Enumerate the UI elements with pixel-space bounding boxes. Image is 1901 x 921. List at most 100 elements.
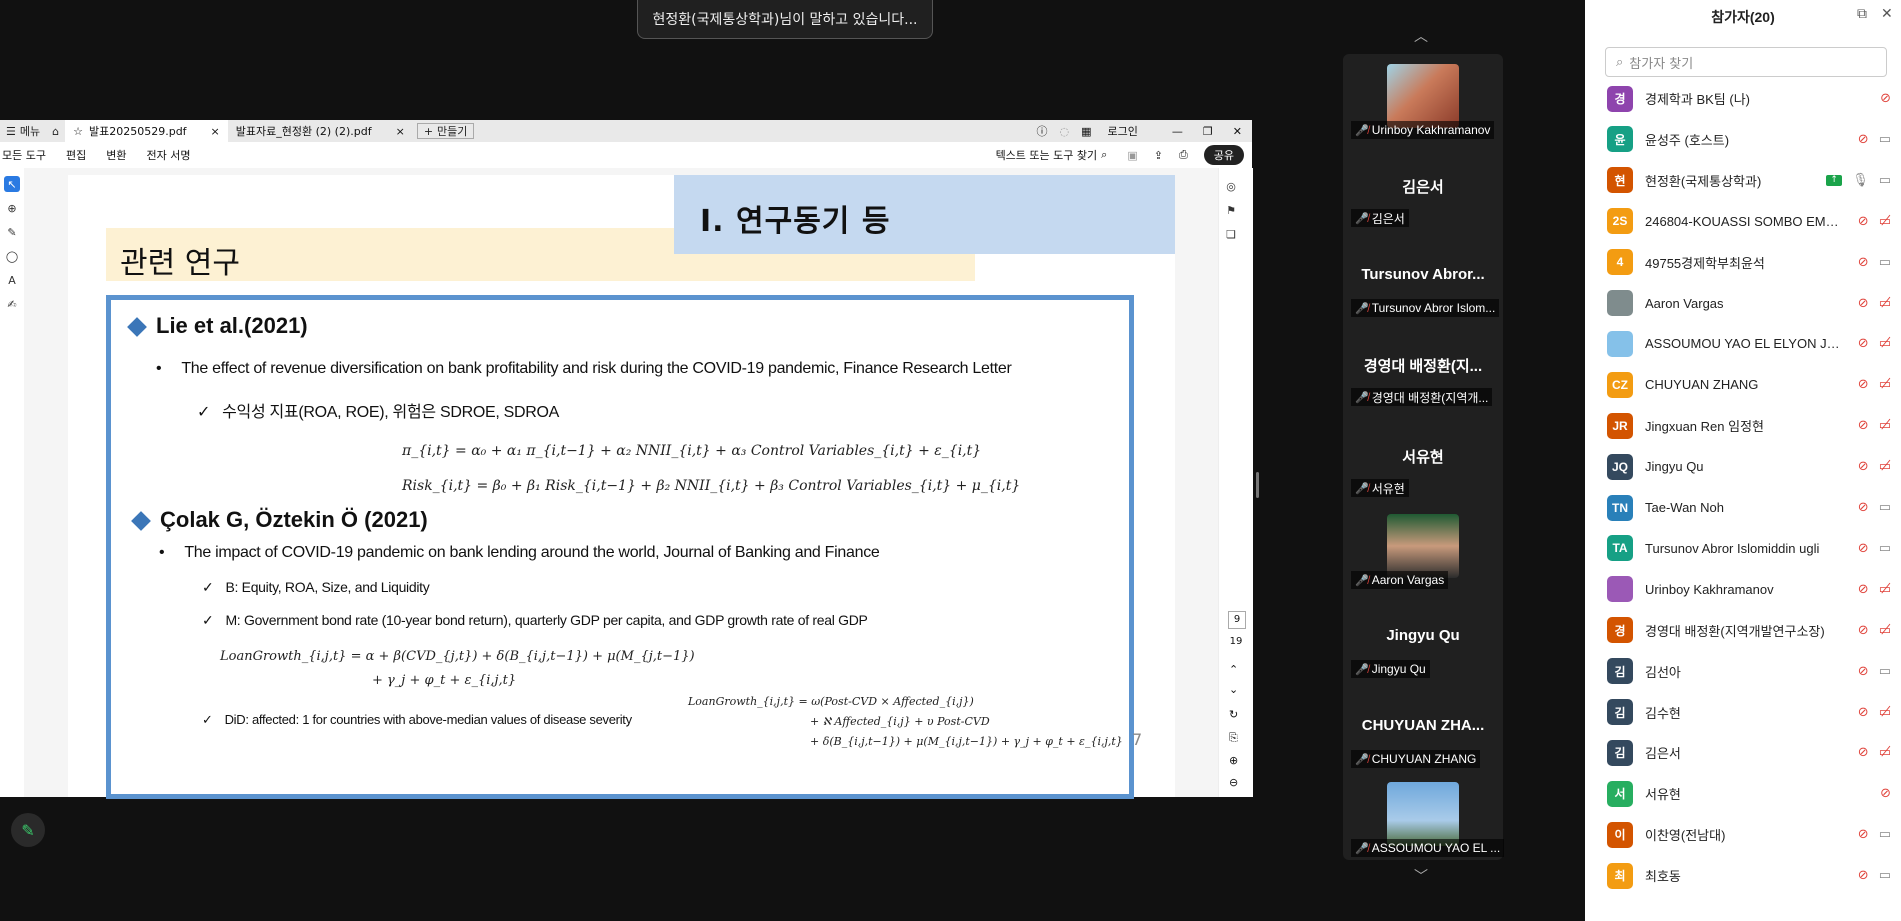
toolbar-all-tools[interactable]: 모든 도구 bbox=[2, 147, 46, 163]
participant-row[interactable]: 경 경영대 배정환(지역개발연구소장) ⊘ ▭̸ bbox=[1585, 610, 1901, 651]
checkmark-icon: ✓ bbox=[202, 712, 213, 727]
chevron-up-icon[interactable]: ⌃ bbox=[1229, 663, 1238, 676]
video-name: 경영대 배정환(지... bbox=[1363, 358, 1483, 375]
participant-name: 김은서 bbox=[1645, 746, 1681, 762]
scroll-down-icon[interactable]: ﹀ bbox=[1414, 866, 1428, 886]
video-label-text: 김은서 bbox=[1371, 211, 1405, 226]
participant-row[interactable]: 김 김은서 ⊘ ▭̸ bbox=[1585, 732, 1901, 773]
participant-row[interactable]: 현 현정환(국제통상학과) ↑ 🎙 ▭ bbox=[1585, 160, 1901, 201]
participant-name: Urinboy Kakhramanov bbox=[1645, 581, 1774, 597]
avatar: 김 bbox=[1607, 658, 1633, 685]
participant-search-input[interactable]: ⌕ 참가자 찾기 bbox=[1605, 47, 1887, 77]
participant-row[interactable]: CZ CHUYUAN ZHANG ⊘ ▭̸ bbox=[1585, 364, 1901, 405]
rotate-icon[interactable]: ↻ bbox=[1229, 708, 1238, 721]
camera-off-icon: ▭̸ bbox=[1878, 745, 1891, 761]
participant-row[interactable]: 경 경제학과 BK팀 (나) ⊘ bbox=[1585, 78, 1901, 119]
bookmark-icon[interactable]: ⚑ bbox=[1223, 202, 1239, 218]
participant-row[interactable]: 윤 윤성주 (호스트) ⊘ ▭ bbox=[1585, 119, 1901, 160]
camera-off-icon: ▭̸ bbox=[1878, 377, 1891, 393]
participant-row[interactable]: 이 이찬영(전남대) ⊘ ▭ bbox=[1585, 814, 1901, 855]
zoom-in-icon[interactable]: ⊕ bbox=[1229, 754, 1238, 767]
tab-pdf-2[interactable]: 발표자료_현정환 (2) (2).pdf × bbox=[228, 120, 413, 142]
chevron-down-icon[interactable]: ⌄ bbox=[1229, 683, 1238, 696]
restore-icon[interactable]: ❐ bbox=[1203, 125, 1213, 138]
page-current[interactable]: 9 bbox=[1228, 611, 1246, 629]
participant-row[interactable]: ASSOUMOU YAO EL ELYON JEA... ⊘ ▭̸ bbox=[1585, 323, 1901, 364]
participant-row[interactable]: TN Tae-Wan Noh ⊘ ▭ bbox=[1585, 487, 1901, 528]
close-icon[interactable]: × bbox=[211, 125, 220, 138]
avatar-initial: 경 bbox=[1614, 623, 1626, 638]
mic-off-icon: ⊘ bbox=[1857, 704, 1869, 720]
avatar-initial: 이 bbox=[1614, 828, 1626, 843]
participant-row[interactable]: Urinboy Kakhramanov ⊘ ▭̸ bbox=[1585, 569, 1901, 610]
login-link[interactable]: 로그인 bbox=[1108, 123, 1138, 139]
participant-row[interactable]: TA Tursunov Abror Islomiddin ugli ⊘ ▭ bbox=[1585, 528, 1901, 569]
bell-icon[interactable]: ◌ bbox=[1060, 125, 1070, 138]
participant-row[interactable]: JQ Jingyu Qu ⊘ ▭̸ bbox=[1585, 446, 1901, 487]
participant-row[interactable]: 2S 246804-KOUASSI SOMBO EMMA... ⊘ ▭̸ bbox=[1585, 201, 1901, 242]
select-tool-icon[interactable]: ↖ bbox=[4, 176, 20, 192]
toolbar-convert[interactable]: 변환 bbox=[106, 147, 126, 163]
mic-off-icon: ⊘ bbox=[1857, 459, 1869, 475]
avatar bbox=[1607, 576, 1633, 603]
sign-tool-icon[interactable]: ✍ bbox=[4, 296, 20, 312]
ref1-check-row: ✓ 수익성 지표(ROA, ROE), 위험은 SDROE, SDROA bbox=[197, 398, 559, 422]
avatar: 경 bbox=[1607, 617, 1633, 644]
participant-status: ⊘ ▭̸ bbox=[1858, 418, 1891, 433]
toolbar-esign[interactable]: 전자 서명 bbox=[146, 147, 190, 163]
close-window-icon[interactable]: ✕ bbox=[1233, 125, 1242, 138]
participant-row[interactable]: 4 49755경제학부최윤석 ⊘ ▭ bbox=[1585, 242, 1901, 283]
pen-tool-icon[interactable]: ✎ bbox=[4, 224, 20, 240]
mic-off-icon: 🎤̸ bbox=[1355, 753, 1369, 766]
annotate-button[interactable]: ✎ bbox=[11, 813, 45, 847]
equation-4a: LoanGrowth_{i,j,t} = ω(Post-CVD × Affect… bbox=[688, 695, 974, 708]
participant-row[interactable]: 김 김수현 ⊘ ▭̸ bbox=[1585, 692, 1901, 733]
ref1-title: Lie et al.(2021) bbox=[156, 313, 308, 338]
participant-row[interactable]: 서 서유현 ⊘ bbox=[1585, 773, 1901, 814]
print-icon[interactable]: ⎙ bbox=[1179, 148, 1188, 162]
comment-icon[interactable]: ◎ bbox=[1223, 178, 1239, 194]
tool-search-input[interactable]: 텍스트 또는 도구 찾기 bbox=[996, 147, 1098, 163]
video-label: 🎤̸ 김은서 bbox=[1351, 209, 1409, 227]
ref2-check-b-row: ✓ B: Equity, ROA, Size, and Liquidity bbox=[202, 579, 430, 596]
extract-icon[interactable]: ⎘ bbox=[1229, 731, 1238, 745]
avatar: JQ bbox=[1607, 453, 1633, 480]
video-thumbnail bbox=[1387, 64, 1459, 128]
lasso-tool-icon[interactable]: ◯ bbox=[4, 248, 20, 264]
participant-row[interactable]: 최 최호동 ⊘ ▭ bbox=[1585, 855, 1901, 896]
participant-status: ⊘ ▭̸ bbox=[1858, 377, 1891, 392]
participant-row[interactable]: 김 김선아 ⊘ ▭ bbox=[1585, 651, 1901, 692]
new-tab-label: 만들기 bbox=[437, 125, 468, 138]
camera-off-icon: ▭̸ bbox=[1878, 704, 1891, 720]
participant-name: 현정환(국제통상학과) bbox=[1645, 173, 1762, 189]
avatar: 김 bbox=[1607, 739, 1633, 766]
participant-name: 서유현 bbox=[1645, 787, 1681, 803]
participant-name: 49755경제학부최윤석 bbox=[1645, 255, 1765, 271]
menu-button[interactable]: ☰ 메뉴 bbox=[0, 123, 46, 139]
upload-icon[interactable]: ⇪ bbox=[1154, 149, 1163, 162]
apps-icon[interactable]: ▦ bbox=[1081, 125, 1091, 138]
tab-pdf-1[interactable]: ☆ 발표20250529.pdf × bbox=[65, 120, 228, 142]
share-button[interactable]: 공유 bbox=[1203, 145, 1244, 165]
scroll-up-icon[interactable]: ︿ bbox=[1414, 26, 1428, 46]
pages-icon[interactable]: ❏ bbox=[1223, 226, 1239, 242]
popout-icon[interactable]: ⧉ bbox=[1857, 6, 1867, 22]
close-icon[interactable]: × bbox=[396, 125, 405, 138]
zoom-tool-icon[interactable]: ⊕ bbox=[4, 200, 20, 216]
video-thumbnail bbox=[1387, 782, 1459, 846]
new-tab-button[interactable]: + 만들기 bbox=[416, 123, 475, 139]
save-icon[interactable]: ▣ bbox=[1127, 149, 1137, 162]
zoom-out-icon[interactable]: ⊖ bbox=[1229, 776, 1238, 789]
minimize-icon[interactable]: — bbox=[1172, 125, 1183, 138]
participant-row[interactable]: JR Jingxuan Ren 임정현 ⊘ ▭̸ bbox=[1585, 405, 1901, 446]
avatar: 윤 bbox=[1607, 126, 1633, 153]
ref1-check: 수익성 지표(ROA, ROE), 위험은 SDROE, SDROA bbox=[222, 404, 560, 421]
search-icon[interactable]: ⌕ bbox=[1101, 148, 1107, 162]
text-tool-icon[interactable]: A bbox=[4, 272, 20, 288]
resize-handle[interactable] bbox=[1256, 472, 1259, 498]
toolbar-edit[interactable]: 편집 bbox=[66, 147, 86, 163]
close-icon[interactable]: ✕ bbox=[1881, 6, 1893, 22]
participant-row[interactable]: Aaron Vargas ⊘ ▭̸ bbox=[1585, 283, 1901, 324]
home-button[interactable]: ⌂ bbox=[46, 125, 65, 138]
help-icon[interactable]: ⓘ bbox=[1037, 123, 1048, 139]
